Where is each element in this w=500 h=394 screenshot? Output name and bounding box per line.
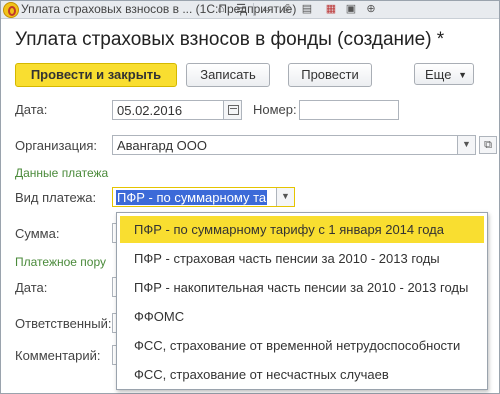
chevron-down-icon: ▼ [462,139,471,149]
payment-type-dropdown-list: ПФР - по суммарному тарифу с 1 января 20… [116,212,488,390]
save-button[interactable]: Записать [186,63,270,87]
save-doc-icon[interactable]: ▤ [299,2,315,16]
dropdown-item[interactable]: ФСС, страхование от несчастных случаев [120,361,484,388]
payment-order-group-label: Платежное пору [15,255,106,269]
zoom-icon[interactable]: ⊕ [363,2,379,16]
chevron-down-icon: ▼ [281,191,290,201]
sum-label: Сумма: [15,226,60,241]
form-caption: Уплата страховых взносов в фонды (создан… [15,29,445,50]
post-and-close-button[interactable]: Провести и закрыть [15,63,177,87]
organization-value: Авангард ООО [117,138,207,153]
order-date-label: Дата: [15,280,48,295]
dropdown-item[interactable]: ПФР - накопительная часть пенсии за 2010… [120,274,484,301]
payment-type-text: ПФР - по суммарному та [116,190,268,205]
back-icon[interactable]: ← [259,2,275,16]
chevron-down-icon: ▼ [458,70,467,80]
dropdown-item[interactable]: ФФОМС [120,303,484,330]
more-button[interactable]: Еще ▼ [414,63,474,85]
menu-icon[interactable]: ☰ [233,2,249,16]
date-label: Дата: [15,102,48,117]
organization-dropdown-button[interactable]: ▼ [457,136,475,154]
number-label: Номер: [253,102,297,117]
calc-icon[interactable]: ▣ [343,2,359,16]
home-icon[interactable]: ⌂ [213,2,229,16]
responsible-label: Ответственный: [15,316,112,331]
calendar-icon[interactable]: ▦ [323,2,339,16]
date-field[interactable]: 05.02.2016 [112,100,242,120]
calendar-icon [228,105,239,115]
payment-data-group-label: Данные платежа [15,166,109,180]
toolbar-divider [253,3,254,16]
date-value: 05.02.2016 [117,103,183,118]
payment-type-value: ПФР - по суммарному та [116,190,268,205]
comment-label: Комментарий: [15,348,101,363]
organization-open-button[interactable]: ⧉ [479,136,497,154]
title-bar: Уплата страховых взносов в ... (1С:Предп… [1,1,499,19]
payment-type-field[interactable]: ПФР - по суммарному та ▼ [112,187,295,207]
post-button[interactable]: Провести [288,63,372,87]
payment-type-label: Вид платежа: [15,190,97,205]
app-logo-icon [3,2,19,18]
calendar-picker-button[interactable] [223,101,241,119]
payment-type-dropdown-button[interactable]: ▼ [276,188,294,206]
open-icon: ⧉ [484,139,492,151]
dropdown-item[interactable]: ПФР - по суммарному тарифу с 1 января 20… [120,216,484,243]
more-label: Еще [425,67,452,82]
organization-field[interactable]: Авангард ООО ▼ [112,135,476,155]
dropdown-item[interactable]: ПФР - страховая часть пенсии за 2010 - 2… [120,245,484,272]
print-icon[interactable]: ⎙ [279,2,295,16]
dropdown-item[interactable]: ФСС, страхование от временной нетрудоспо… [120,332,484,359]
form-window: Уплата страховых взносов в ... (1С:Предп… [0,0,500,394]
window-title: Уплата страховых взносов в ... (1С:Предп… [21,2,297,16]
organization-label: Организация: [15,138,98,153]
number-field[interactable] [299,100,399,120]
